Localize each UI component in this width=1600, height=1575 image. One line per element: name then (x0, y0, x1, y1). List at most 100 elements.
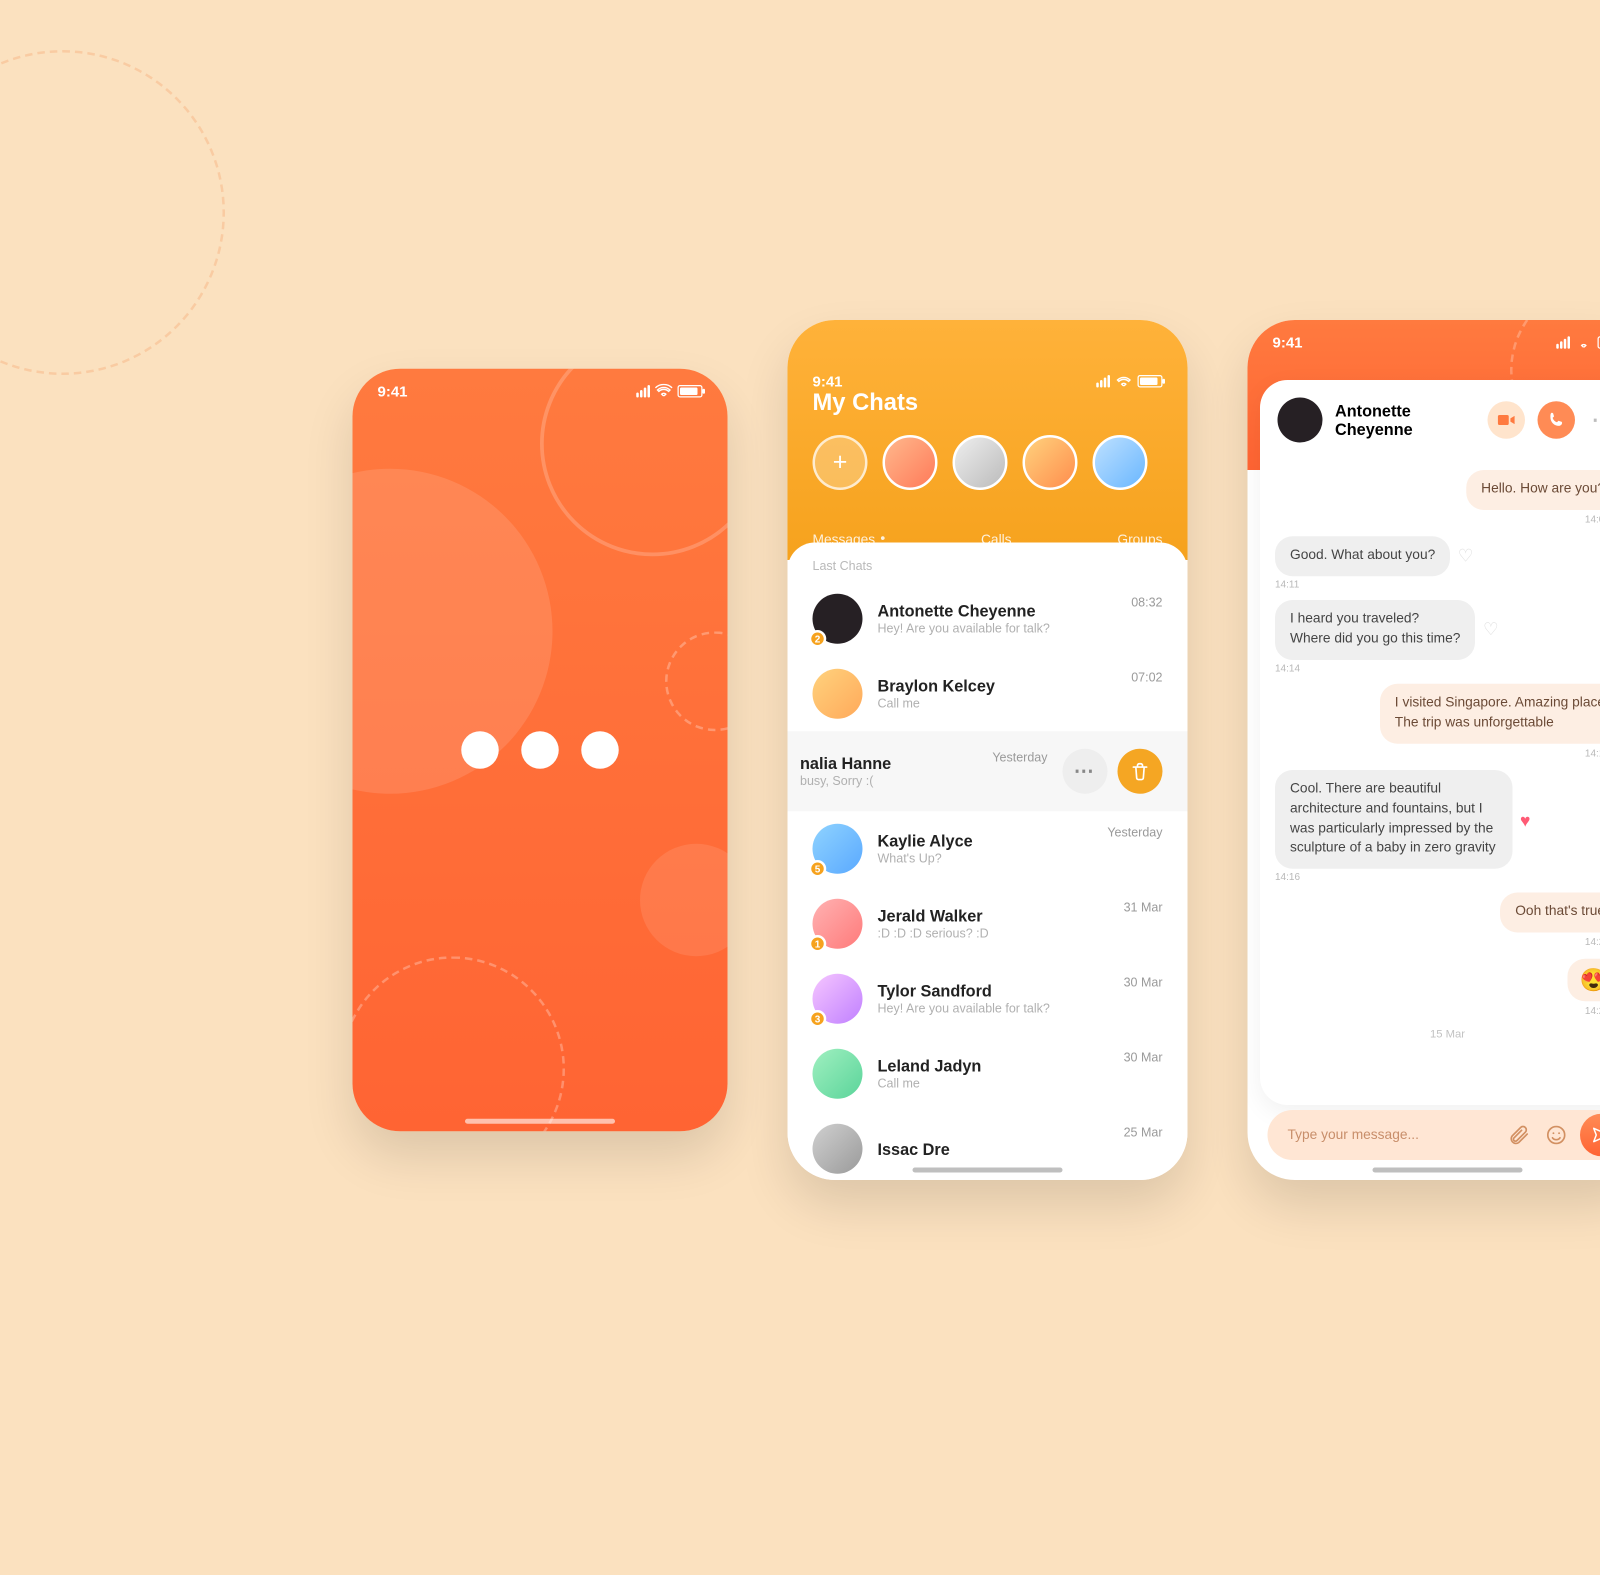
chats-header: 9:41 My Chats + Messages Calls Groups (788, 320, 1188, 560)
chat-preview: :D :D :D serious? :D (878, 928, 1109, 942)
trash-icon (1130, 761, 1150, 781)
message-bubble[interactable]: Good. What about you? (1275, 536, 1450, 576)
chat-row[interactable]: 2 Antonette Cheyenne Hey! Are you availa… (788, 581, 1188, 656)
unread-badge: 2 (809, 630, 827, 648)
chat-preview: Call me (878, 698, 1117, 712)
avatar: 2 (813, 594, 863, 644)
phone-conversation: 9:41 Antonette Cheyenne ⋯ (1248, 320, 1600, 1180)
message-time: 14:21● (1585, 935, 1600, 949)
message-bubble[interactable]: Hello. How are you? (1466, 470, 1600, 510)
video-call-button[interactable] (1488, 401, 1526, 439)
message-time: 14:14 (1275, 662, 1300, 673)
contact-name: Antonette Cheyenne (1335, 401, 1475, 439)
section-label: Last Chats (788, 543, 1188, 582)
chat-time: 30 Mar (1124, 976, 1163, 990)
message-time: 14:00● (1585, 512, 1600, 526)
battery-icon (1138, 375, 1163, 388)
status-time: 9:41 (813, 373, 843, 391)
message-bubble[interactable]: 😍 (1567, 959, 1600, 1002)
page-title: My Chats (813, 390, 1163, 418)
signal-icon (636, 385, 650, 398)
status-right (636, 383, 702, 401)
message-out: Hello. How are you? 14:00● (1275, 470, 1600, 526)
chat-row[interactable]: 5 Kaylie Alyce What's Up? Yesterday (788, 811, 1188, 886)
chat-time: 30 Mar (1124, 1051, 1163, 1065)
send-button[interactable] (1580, 1114, 1600, 1157)
chat-time: Yesterday (992, 751, 1047, 765)
conversation-top-bar: Antonette Cheyenne ⋯ (1260, 380, 1600, 455)
avatar: 3 (813, 974, 863, 1024)
avatar: 5 (813, 824, 863, 874)
message-time: 14:16 (1275, 872, 1300, 883)
avatar (813, 1124, 863, 1174)
row-delete-button[interactable] (1118, 749, 1163, 794)
more-button[interactable]: ⋯ (1588, 401, 1600, 439)
paperclip-icon (1508, 1124, 1531, 1147)
status-time: 9:41 (1273, 334, 1303, 352)
chat-time: 31 Mar (1124, 901, 1163, 915)
chat-time: Yesterday (1107, 826, 1162, 840)
splash-decoration (353, 956, 566, 1131)
composer: Type your message... (1268, 1110, 1600, 1160)
chat-name: Jerald Walker (878, 906, 1109, 925)
story-avatar[interactable] (883, 435, 938, 490)
message-bubble[interactable]: Ooh that's true (1500, 893, 1600, 933)
story-avatar[interactable] (953, 435, 1008, 490)
splash-decoration (665, 631, 728, 731)
splash-logo-ellipsis-icon (461, 731, 619, 769)
add-story-button[interactable]: + (813, 435, 868, 490)
chat-time: 08:32 (1131, 596, 1162, 610)
unread-badge: 3 (809, 1010, 827, 1028)
message-out: I visited Singapore. Amazing place The t… (1275, 683, 1600, 759)
unread-badge: 1 (809, 935, 827, 953)
avatar[interactable] (1278, 398, 1323, 443)
splash-decoration (640, 844, 728, 957)
chat-preview: What's Up? (878, 853, 1093, 867)
unread-badge: 5 (809, 860, 827, 878)
message-time: 14:11 (1275, 579, 1299, 590)
chat-row[interactable]: Leland Jadyn Call me 30 Mar (788, 1036, 1188, 1111)
story-avatar[interactable] (1023, 435, 1078, 490)
heart-icon[interactable]: ♡ (1458, 546, 1474, 567)
composer-input[interactable]: Type your message... (1288, 1128, 1496, 1143)
message-out: Ooh that's true 14:21● (1275, 893, 1600, 949)
voice-call-button[interactable] (1538, 401, 1576, 439)
message-bubble[interactable]: I heard you traveled? Where did you go t… (1275, 600, 1475, 660)
chat-row[interactable]: 1 Jerald Walker :D :D :D serious? :D 31 … (788, 886, 1188, 961)
chats-body: Last Chats 2 Antonette Cheyenne Hey! Are… (788, 543, 1188, 1181)
avatar (813, 669, 863, 719)
stage: 9:41 9:41 (0, 0, 1600, 1500)
heart-icon[interactable]: ♥ (1520, 809, 1530, 829)
chat-row[interactable]: Braylon Kelcey Call me 07:02 (788, 656, 1188, 731)
message-in: I heard you traveled? Where did you go t… (1275, 600, 1600, 674)
battery-icon (678, 385, 703, 398)
chat-preview: Hey! Are you available for talk? (878, 1003, 1109, 1017)
message-bubble[interactable]: I visited Singapore. Amazing place The t… (1380, 683, 1600, 743)
chat-row[interactable]: 3 Tylor Sandford Hey! Are you available … (788, 961, 1188, 1036)
home-indicator (1373, 1168, 1523, 1173)
wifi-icon (655, 383, 673, 401)
attach-button[interactable] (1505, 1121, 1533, 1149)
chat-preview: busy, Sorry :( (800, 775, 977, 789)
wifi-icon (1115, 373, 1133, 391)
send-icon (1591, 1125, 1600, 1145)
message-time: 14:15● (1585, 746, 1600, 760)
status-bar: 9:41 (353, 369, 728, 414)
date-separator: 15 Mar (1275, 1028, 1600, 1041)
message-out: 😍 14:21● (1275, 959, 1600, 1018)
row-more-button[interactable]: ⋯ (1063, 749, 1108, 794)
chat-name: Tylor Sandford (878, 981, 1109, 1000)
message-list[interactable]: Hello. How are you? 14:00● Good. What ab… (1260, 455, 1600, 1105)
chat-name: Kaylie Alyce (878, 831, 1093, 850)
heart-icon[interactable]: ♡ (1483, 619, 1499, 640)
message-bubble[interactable]: Cool. There are beautiful architecture a… (1275, 770, 1513, 870)
status-bar: 9:41 (813, 373, 1163, 391)
home-indicator (465, 1119, 615, 1124)
emoji-button[interactable] (1543, 1121, 1571, 1149)
smile-icon (1545, 1124, 1568, 1147)
chat-preview: Hey! Are you available for talk? (878, 623, 1117, 637)
message-time: 14:21● (1585, 1004, 1600, 1018)
video-icon (1496, 410, 1516, 430)
story-avatar[interactable] (1093, 435, 1148, 490)
chat-row-swiped[interactable]: nalia Hanne busy, Sorry :( Yesterday ⋯ (788, 731, 1188, 811)
